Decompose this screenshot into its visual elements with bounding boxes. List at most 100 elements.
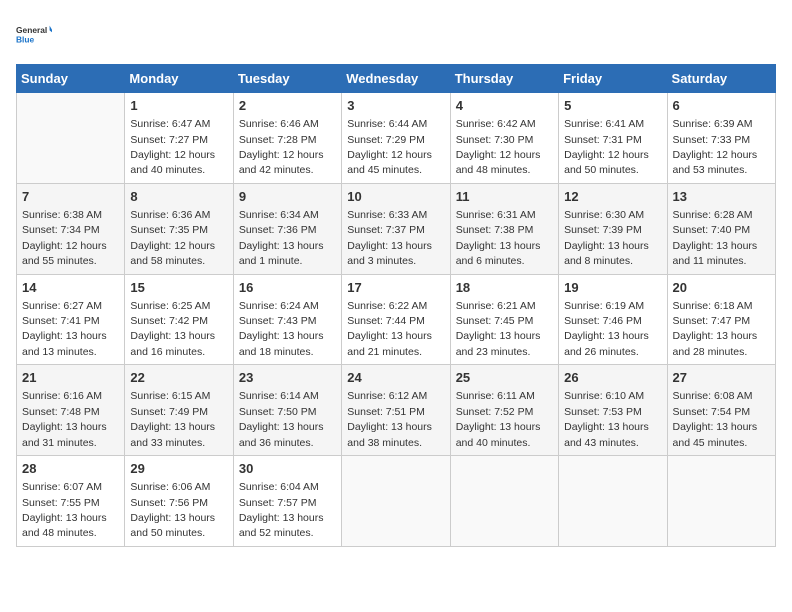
- day-info: Sunrise: 6:34 AMSunset: 7:36 PMDaylight:…: [239, 209, 324, 267]
- day-info: Sunrise: 6:39 AMSunset: 7:33 PMDaylight:…: [673, 118, 758, 176]
- day-number: 12: [564, 188, 661, 206]
- day-number: 4: [456, 97, 553, 115]
- day-info: Sunrise: 6:14 AMSunset: 7:50 PMDaylight:…: [239, 390, 324, 448]
- day-number: 29: [130, 460, 227, 478]
- day-info: Sunrise: 6:30 AMSunset: 7:39 PMDaylight:…: [564, 209, 649, 267]
- day-number: 17: [347, 279, 444, 297]
- day-info: Sunrise: 6:18 AMSunset: 7:47 PMDaylight:…: [673, 300, 758, 358]
- day-info: Sunrise: 6:10 AMSunset: 7:53 PMDaylight:…: [564, 390, 649, 448]
- calendar-cell: 14 Sunrise: 6:27 AMSunset: 7:41 PMDayligh…: [17, 274, 125, 365]
- day-info: Sunrise: 6:28 AMSunset: 7:40 PMDaylight:…: [673, 209, 758, 267]
- day-info: Sunrise: 6:31 AMSunset: 7:38 PMDaylight:…: [456, 209, 541, 267]
- day-number: 16: [239, 279, 336, 297]
- calendar-cell: 4 Sunrise: 6:42 AMSunset: 7:30 PMDaylight…: [450, 93, 558, 184]
- week-row-1: 1 Sunrise: 6:47 AMSunset: 7:27 PMDaylight…: [17, 93, 776, 184]
- day-number: 10: [347, 188, 444, 206]
- calendar-cell: 6 Sunrise: 6:39 AMSunset: 7:33 PMDaylight…: [667, 93, 775, 184]
- calendar-cell: 2 Sunrise: 6:46 AMSunset: 7:28 PMDaylight…: [233, 93, 341, 184]
- day-number: 14: [22, 279, 119, 297]
- day-info: Sunrise: 6:06 AMSunset: 7:56 PMDaylight:…: [130, 481, 215, 539]
- week-row-3: 14 Sunrise: 6:27 AMSunset: 7:41 PMDayligh…: [17, 274, 776, 365]
- day-number: 25: [456, 369, 553, 387]
- calendar-cell: 26 Sunrise: 6:10 AMSunset: 7:53 PMDayligh…: [559, 365, 667, 456]
- day-number: 11: [456, 188, 553, 206]
- day-number: 7: [22, 188, 119, 206]
- calendar-cell: [450, 456, 558, 547]
- header: General Blue: [16, 16, 776, 52]
- day-header-monday: Monday: [125, 65, 233, 93]
- day-info: Sunrise: 6:41 AMSunset: 7:31 PMDaylight:…: [564, 118, 649, 176]
- calendar-cell: 8Sunrise: 6:36 AMSunset: 7:35 PMDaylight…: [125, 183, 233, 274]
- week-row-5: 28 Sunrise: 6:07 AMSunset: 7:55 PMDayligh…: [17, 456, 776, 547]
- day-number: 24: [347, 369, 444, 387]
- calendar-cell: [667, 456, 775, 547]
- day-number: 19: [564, 279, 661, 297]
- day-info: Sunrise: 6:27 AMSunset: 7:41 PMDaylight:…: [22, 300, 107, 358]
- calendar-table: SundayMondayTuesdayWednesdayThursdayFrid…: [16, 64, 776, 547]
- day-info: Sunrise: 6:07 AMSunset: 7:55 PMDaylight:…: [22, 481, 107, 539]
- day-info: Sunrise: 6:44 AMSunset: 7:29 PMDaylight:…: [347, 118, 432, 176]
- day-info: Sunrise: 6:19 AMSunset: 7:46 PMDaylight:…: [564, 300, 649, 358]
- calendar-cell: 23 Sunrise: 6:14 AMSunset: 7:50 PMDayligh…: [233, 365, 341, 456]
- day-info: Sunrise: 6:46 AMSunset: 7:28 PMDaylight:…: [239, 118, 324, 176]
- calendar-cell: 3 Sunrise: 6:44 AMSunset: 7:29 PMDaylight…: [342, 93, 450, 184]
- calendar-cell: 5Sunrise: 6:41 AMSunset: 7:31 PMDaylight…: [559, 93, 667, 184]
- calendar-cell: 21 Sunrise: 6:16 AMSunset: 7:48 PMDayligh…: [17, 365, 125, 456]
- day-info: Sunrise: 6:08 AMSunset: 7:54 PMDaylight:…: [673, 390, 758, 448]
- day-number: 27: [673, 369, 770, 387]
- day-info: Sunrise: 6:15 AMSunset: 7:49 PMDaylight:…: [130, 390, 215, 448]
- day-number: 21: [22, 369, 119, 387]
- calendar-cell: 12 Sunrise: 6:30 AMSunset: 7:39 PMDayligh…: [559, 183, 667, 274]
- day-info: Sunrise: 6:47 AMSunset: 7:27 PMDaylight:…: [130, 118, 215, 176]
- calendar-cell: 10 Sunrise: 6:33 AMSunset: 7:37 PMDayligh…: [342, 183, 450, 274]
- header-row: SundayMondayTuesdayWednesdayThursdayFrid…: [17, 65, 776, 93]
- day-info: Sunrise: 6:11 AMSunset: 7:52 PMDaylight:…: [456, 390, 541, 448]
- day-number: 2: [239, 97, 336, 115]
- day-number: 26: [564, 369, 661, 387]
- calendar-cell: 22 Sunrise: 6:15 AMSunset: 7:49 PMDayligh…: [125, 365, 233, 456]
- day-number: 13: [673, 188, 770, 206]
- day-info: Sunrise: 6:22 AMSunset: 7:44 PMDaylight:…: [347, 300, 432, 358]
- day-info: Sunrise: 6:25 AMSunset: 7:42 PMDaylight:…: [130, 300, 215, 358]
- day-info: Sunrise: 6:12 AMSunset: 7:51 PMDaylight:…: [347, 390, 432, 448]
- calendar-cell: 27 Sunrise: 6:08 AMSunset: 7:54 PMDayligh…: [667, 365, 775, 456]
- calendar-cell: [342, 456, 450, 547]
- day-info: Sunrise: 6:36 AMSunset: 7:35 PMDaylight:…: [130, 209, 215, 267]
- week-row-4: 21 Sunrise: 6:16 AMSunset: 7:48 PMDayligh…: [17, 365, 776, 456]
- day-info: Sunrise: 6:04 AMSunset: 7:57 PMDaylight:…: [239, 481, 324, 539]
- calendar-cell: [559, 456, 667, 547]
- day-number: 22: [130, 369, 227, 387]
- calendar-cell: 20Sunrise: 6:18 AMSunset: 7:47 PMDayligh…: [667, 274, 775, 365]
- day-number: 15: [130, 279, 227, 297]
- calendar-cell: 24 Sunrise: 6:12 AMSunset: 7:51 PMDayligh…: [342, 365, 450, 456]
- calendar-cell: 28 Sunrise: 6:07 AMSunset: 7:55 PMDayligh…: [17, 456, 125, 547]
- day-header-friday: Friday: [559, 65, 667, 93]
- logo: General Blue: [16, 16, 52, 52]
- calendar-cell: 19 Sunrise: 6:19 AMSunset: 7:46 PMDayligh…: [559, 274, 667, 365]
- calendar-cell: 18Sunrise: 6:21 AMSunset: 7:45 PMDayligh…: [450, 274, 558, 365]
- calendar-cell: 7 Sunrise: 6:38 AMSunset: 7:34 PMDaylight…: [17, 183, 125, 274]
- day-header-tuesday: Tuesday: [233, 65, 341, 93]
- day-number: 28: [22, 460, 119, 478]
- day-header-thursday: Thursday: [450, 65, 558, 93]
- calendar-cell: 11 Sunrise: 6:31 AMSunset: 7:38 PMDayligh…: [450, 183, 558, 274]
- day-info: Sunrise: 6:16 AMSunset: 7:48 PMDaylight:…: [22, 390, 107, 448]
- day-header-sunday: Sunday: [17, 65, 125, 93]
- day-number: 23: [239, 369, 336, 387]
- day-number: 1: [130, 97, 227, 115]
- calendar-cell: 1 Sunrise: 6:47 AMSunset: 7:27 PMDaylight…: [125, 93, 233, 184]
- day-info: Sunrise: 6:42 AMSunset: 7:30 PMDaylight:…: [456, 118, 541, 176]
- calendar-cell: [17, 93, 125, 184]
- day-info: Sunrise: 6:38 AMSunset: 7:34 PMDaylight:…: [22, 209, 107, 267]
- day-header-saturday: Saturday: [667, 65, 775, 93]
- day-number: 6: [673, 97, 770, 115]
- day-number: 3: [347, 97, 444, 115]
- svg-text:General: General: [16, 25, 47, 35]
- day-info: Sunrise: 6:33 AMSunset: 7:37 PMDaylight:…: [347, 209, 432, 267]
- calendar-cell: 30 Sunrise: 6:04 AMSunset: 7:57 PMDayligh…: [233, 456, 341, 547]
- calendar-cell: 9Sunrise: 6:34 AMSunset: 7:36 PMDaylight…: [233, 183, 341, 274]
- svg-text:Blue: Blue: [16, 34, 35, 44]
- calendar-cell: 29 Sunrise: 6:06 AMSunset: 7:56 PMDayligh…: [125, 456, 233, 547]
- day-number: 30: [239, 460, 336, 478]
- week-row-2: 7 Sunrise: 6:38 AMSunset: 7:34 PMDaylight…: [17, 183, 776, 274]
